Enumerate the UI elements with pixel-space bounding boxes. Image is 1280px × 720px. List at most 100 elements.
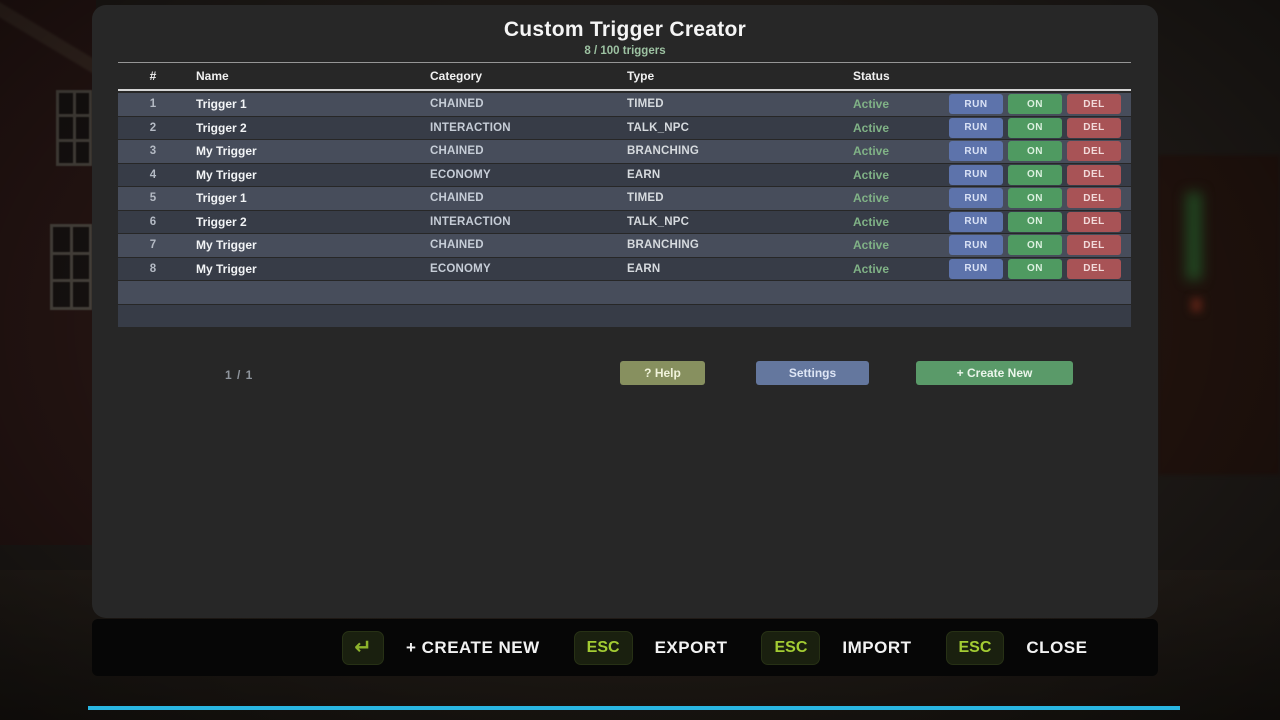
row-number: 3: [118, 145, 188, 157]
settings-button[interactable]: Settings: [756, 361, 869, 385]
status-badge: Active: [853, 191, 949, 205]
row-name: Trigger 1: [188, 97, 430, 111]
table-row[interactable]: 1 Trigger 1 CHAINED TIMED Active RUN ON …: [118, 93, 1131, 116]
keybind-label: EXPORT: [655, 638, 728, 658]
run-button[interactable]: RUN: [949, 165, 1003, 185]
table-row[interactable]: 2 Trigger 2 INTERACTION TALK_NPC Active …: [118, 117, 1131, 140]
keybind-label: IMPORT: [842, 638, 911, 658]
table-row[interactable]: 4 My Trigger ECONOMY EARN Active RUN ON …: [118, 164, 1131, 187]
row-name: Trigger 2: [188, 215, 430, 229]
table-row[interactable]: 5 Trigger 1 CHAINED TIMED Active RUN ON …: [118, 187, 1131, 210]
status-badge: Active: [853, 262, 949, 276]
delete-button[interactable]: DEL: [1067, 259, 1121, 279]
delete-button[interactable]: DEL: [1067, 188, 1121, 208]
run-button[interactable]: RUN: [949, 235, 1003, 255]
row-category: CHAINED: [430, 239, 627, 251]
toggle-on-button[interactable]: ON: [1008, 188, 1062, 208]
row-category: ECONOMY: [430, 169, 627, 181]
custom-trigger-creator-dialog: Custom Trigger Creator 8 / 100 triggers …: [92, 5, 1158, 618]
row-type: BRANCHING: [627, 239, 853, 251]
toggle-on-button[interactable]: ON: [1008, 165, 1062, 185]
status-badge: Active: [853, 168, 949, 182]
run-button[interactable]: RUN: [949, 94, 1003, 114]
trigger-count-label: 8 / 100 triggers: [92, 45, 1158, 57]
run-button[interactable]: RUN: [949, 212, 1003, 232]
toggle-on-button[interactable]: ON: [1008, 259, 1062, 279]
keybind-label: + CREATE NEW: [406, 638, 540, 658]
status-badge: Active: [853, 215, 949, 229]
delete-button[interactable]: DEL: [1067, 165, 1121, 185]
header-category: Category: [430, 69, 627, 83]
run-button[interactable]: RUN: [949, 141, 1003, 161]
toggle-on-button[interactable]: ON: [1008, 235, 1062, 255]
run-button[interactable]: RUN: [949, 259, 1003, 279]
toggle-on-button[interactable]: ON: [1008, 94, 1062, 114]
delete-button[interactable]: DEL: [1067, 235, 1121, 255]
keybind-export[interactable]: ESC EXPORT: [574, 631, 728, 665]
row-name: My Trigger: [188, 168, 430, 182]
table-row[interactable]: 7 My Trigger CHAINED BRANCHING Active RU…: [118, 234, 1131, 257]
status-badge: Active: [853, 121, 949, 135]
row-number: 6: [118, 216, 188, 228]
table-row[interactable]: 3 My Trigger CHAINED BRANCHING Active RU…: [118, 140, 1131, 163]
bottom-accent-line: [88, 706, 1180, 710]
table-row[interactable]: 6 Trigger 2 INTERACTION TALK_NPC Active …: [118, 211, 1131, 234]
keybind-import[interactable]: ESC IMPORT: [761, 631, 911, 665]
toggle-on-button[interactable]: ON: [1008, 212, 1062, 232]
row-name: Trigger 2: [188, 121, 430, 135]
row-name: Trigger 1: [188, 191, 430, 205]
keybind-label: CLOSE: [1026, 638, 1087, 658]
row-name: My Trigger: [188, 144, 430, 158]
delete-button[interactable]: DEL: [1067, 94, 1121, 114]
row-number: 2: [118, 122, 188, 134]
dialog-title: Custom Trigger Creator: [92, 5, 1158, 42]
row-type: TALK_NPC: [627, 216, 853, 228]
row-number: 8: [118, 263, 188, 275]
toggle-on-button[interactable]: ON: [1008, 141, 1062, 161]
status-badge: Active: [853, 144, 949, 158]
table-row[interactable]: 8 My Trigger ECONOMY EARN Active RUN ON …: [118, 258, 1131, 281]
keybind-create-new[interactable]: ↵ + CREATE NEW: [342, 631, 540, 665]
delete-button[interactable]: DEL: [1067, 212, 1121, 232]
header-number: #: [118, 69, 188, 83]
row-type: EARN: [627, 169, 853, 181]
table-row-empty: [118, 281, 1131, 304]
row-type: EARN: [627, 263, 853, 275]
esc-key-badge: ESC: [761, 631, 820, 665]
header-type: Type: [627, 69, 853, 83]
page-indicator: 1 / 1: [225, 368, 253, 382]
esc-key-badge: ESC: [574, 631, 633, 665]
row-number: 1: [118, 98, 188, 110]
header-name: Name: [188, 69, 430, 83]
table-row-empty: [118, 305, 1131, 328]
row-category: CHAINED: [430, 192, 627, 204]
row-category: INTERACTION: [430, 122, 627, 134]
keybind-close[interactable]: ESC CLOSE: [946, 631, 1088, 665]
keybind-bar: ↵ + CREATE NEW ESC EXPORT ESC IMPORT ESC…: [92, 619, 1158, 676]
help-button[interactable]: ? Help: [620, 361, 705, 385]
row-category: CHAINED: [430, 145, 627, 157]
enter-key-icon: ↵: [342, 631, 384, 665]
header-status: Status: [853, 69, 949, 83]
row-number: 5: [118, 192, 188, 204]
create-new-button[interactable]: + Create New: [916, 361, 1073, 385]
run-button[interactable]: RUN: [949, 118, 1003, 138]
trigger-table: # Name Category Type Status 1 Trigger 1 …: [118, 62, 1131, 328]
row-type: TIMED: [627, 192, 853, 204]
row-number: 4: [118, 169, 188, 181]
toggle-on-button[interactable]: ON: [1008, 118, 1062, 138]
status-badge: Active: [853, 238, 949, 252]
run-button[interactable]: RUN: [949, 188, 1003, 208]
row-category: CHAINED: [430, 98, 627, 110]
row-category: ECONOMY: [430, 263, 627, 275]
delete-button[interactable]: DEL: [1067, 141, 1121, 161]
row-type: TIMED: [627, 98, 853, 110]
row-category: INTERACTION: [430, 216, 627, 228]
row-number: 7: [118, 239, 188, 251]
row-type: TALK_NPC: [627, 122, 853, 134]
row-name: My Trigger: [188, 238, 430, 252]
row-name: My Trigger: [188, 262, 430, 276]
table-body: 1 Trigger 1 CHAINED TIMED Active RUN ON …: [118, 93, 1131, 327]
delete-button[interactable]: DEL: [1067, 118, 1121, 138]
row-type: BRANCHING: [627, 145, 853, 157]
